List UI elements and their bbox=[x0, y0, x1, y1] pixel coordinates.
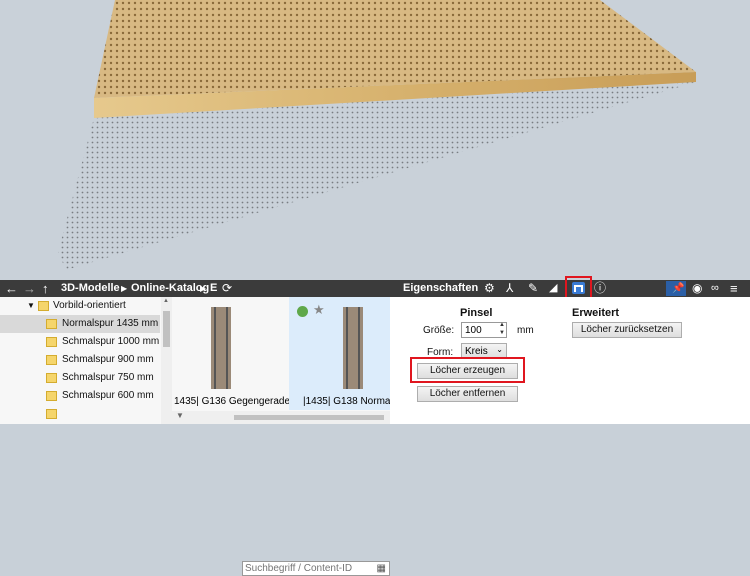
scrollbar-thumb[interactable] bbox=[234, 415, 384, 420]
size-unit: mm bbox=[517, 325, 534, 336]
reset-holes-button[interactable]: Löcher zurücksetzen bbox=[572, 322, 682, 338]
thumbnails-scrollbar[interactable]: ▼ bbox=[172, 411, 390, 424]
create-button-highlight-box bbox=[410, 357, 525, 383]
tree-item-normalspur-1435[interactable]: Normalspur 1435 mm bbox=[0, 315, 160, 333]
online-globe-icon bbox=[297, 306, 308, 317]
menu-icon[interactable]: ≡ bbox=[730, 280, 738, 297]
perforated-board-render bbox=[58, 0, 696, 270]
info-icon[interactable]: ⓘ bbox=[594, 280, 606, 297]
up-arrow-icon[interactable]: ↑ bbox=[42, 280, 49, 297]
folder-icon bbox=[46, 373, 57, 383]
breadcrumb-separator-icon: ▶ bbox=[121, 284, 128, 293]
pin-icon[interactable]: 📌 bbox=[666, 281, 686, 296]
tree-item-schmalspur-900[interactable]: Schmalspur 900 mm bbox=[0, 351, 160, 369]
breadcrumb-separator-icon: ▶ bbox=[200, 284, 207, 293]
search-box[interactable]: ▦ bbox=[242, 561, 390, 576]
tree-item-schmalspur-750[interactable]: Schmalspur 750 mm bbox=[0, 369, 160, 387]
terrain-tool-icon[interactable]: ◢ bbox=[549, 280, 557, 297]
scroll-down-icon[interactable]: ▼ bbox=[176, 411, 184, 420]
catalog-item-g136[interactable]: 1435| G136 Gegengerade bbox=[172, 297, 290, 410]
breadcrumb-online-catalog[interactable]: Online-Katalog bbox=[131, 280, 209, 297]
tree-item-label: Vorbild-orientiert bbox=[53, 300, 126, 311]
advanced-heading: Erweitert bbox=[572, 307, 620, 319]
catalog-item-label: 1435| G136 Gegengerade bbox=[174, 396, 291, 407]
breadcrumb-truncated[interactable]: E bbox=[210, 280, 217, 297]
forward-arrow-icon[interactable]: → bbox=[23, 280, 36, 297]
folder-icon bbox=[46, 409, 57, 419]
chevron-down-icon[interactable]: ⌄ bbox=[496, 345, 503, 354]
size-input[interactable]: 100 bbox=[465, 325, 482, 336]
paint-tool-icon[interactable]: ✎ bbox=[528, 280, 538, 297]
back-arrow-icon[interactable]: ← bbox=[5, 280, 18, 297]
folder-icon bbox=[46, 319, 57, 329]
search-input[interactable] bbox=[243, 562, 373, 575]
folder-icon bbox=[46, 337, 57, 347]
folder-icon bbox=[46, 355, 57, 365]
tree-item-schmalspur-1000[interactable]: Schmalspur 1000 mm bbox=[0, 333, 160, 351]
size-label: Größe: bbox=[423, 325, 455, 336]
refresh-icon[interactable]: ⟳ bbox=[222, 280, 232, 297]
tree-item-vorbild-orientiert[interactable]: ▼ Vorbild-orientiert bbox=[0, 297, 160, 315]
tree-item-schmalspur-600[interactable]: Schmalspur 600 mm bbox=[0, 387, 160, 405]
settings-gear-icon[interactable]: ⚙ bbox=[484, 280, 495, 297]
tree-item-label: Normalspur 1435 mm bbox=[62, 318, 159, 329]
3d-viewport[interactable] bbox=[0, 0, 750, 280]
folder-icon bbox=[38, 301, 49, 311]
catalog-item-label: |1435| G138 Normalger bbox=[303, 396, 390, 407]
favorite-star-icon[interactable]: ★ bbox=[313, 302, 325, 318]
properties-panel: Pinsel Erweitert Größe: 100 ▲ ▼ mm Löcher… bbox=[390, 297, 750, 424]
tree-item-label: Schmalspur 1000 mm bbox=[62, 336, 160, 347]
folder-icon bbox=[46, 391, 57, 401]
catalog-tree: ▼ Vorbild-orientiert Normalspur 1435 mm … bbox=[0, 297, 172, 424]
remove-holes-button[interactable]: Löcher entfernen bbox=[417, 386, 518, 402]
stepper-arrows-icon[interactable]: ▲ ▼ bbox=[499, 321, 505, 337]
catalog-item-g138[interactable]: ★ |1435| G138 Normalger bbox=[289, 297, 390, 410]
scroll-up-icon[interactable]: ▲ bbox=[163, 298, 169, 304]
main-toolbar: ← → ↑ 3D-Modelle ▶ Online-Katalog ▶ E ⟳ … bbox=[0, 280, 750, 576]
catalog-thumbnails: 1435| G136 Gegengerade ★ |1435| G138 Nor… bbox=[172, 297, 390, 424]
tree-item-label: Schmalspur 900 mm bbox=[62, 354, 154, 365]
link-icon[interactable]: ∞ bbox=[711, 280, 719, 297]
breadcrumb-3d-models[interactable]: 3D-Modelle bbox=[61, 280, 120, 297]
brush-heading: Pinsel bbox=[460, 307, 493, 319]
tree-scrollbar[interactable]: ▲ bbox=[161, 297, 172, 424]
tree-item-label: Schmalspur 750 mm bbox=[62, 372, 154, 383]
tree-item-label: Schmalspur 600 mm bbox=[62, 390, 154, 401]
grid-view-icon[interactable]: ▦ bbox=[377, 562, 386, 575]
scrollbar-thumb[interactable] bbox=[163, 311, 170, 347]
shape-select-value: Kreis bbox=[465, 346, 488, 357]
tree-item-partial[interactable] bbox=[0, 405, 160, 423]
axis-tool-icon[interactable]: ⅄ bbox=[506, 280, 513, 297]
properties-title: Eigenschaften bbox=[403, 282, 479, 294]
expand-chevron-icon[interactable]: ▼ bbox=[27, 297, 35, 315]
size-stepper[interactable]: 100 ▲ ▼ bbox=[461, 322, 507, 338]
eye-icon[interactable]: ◉ bbox=[692, 280, 702, 297]
track-preview-image bbox=[211, 307, 231, 389]
